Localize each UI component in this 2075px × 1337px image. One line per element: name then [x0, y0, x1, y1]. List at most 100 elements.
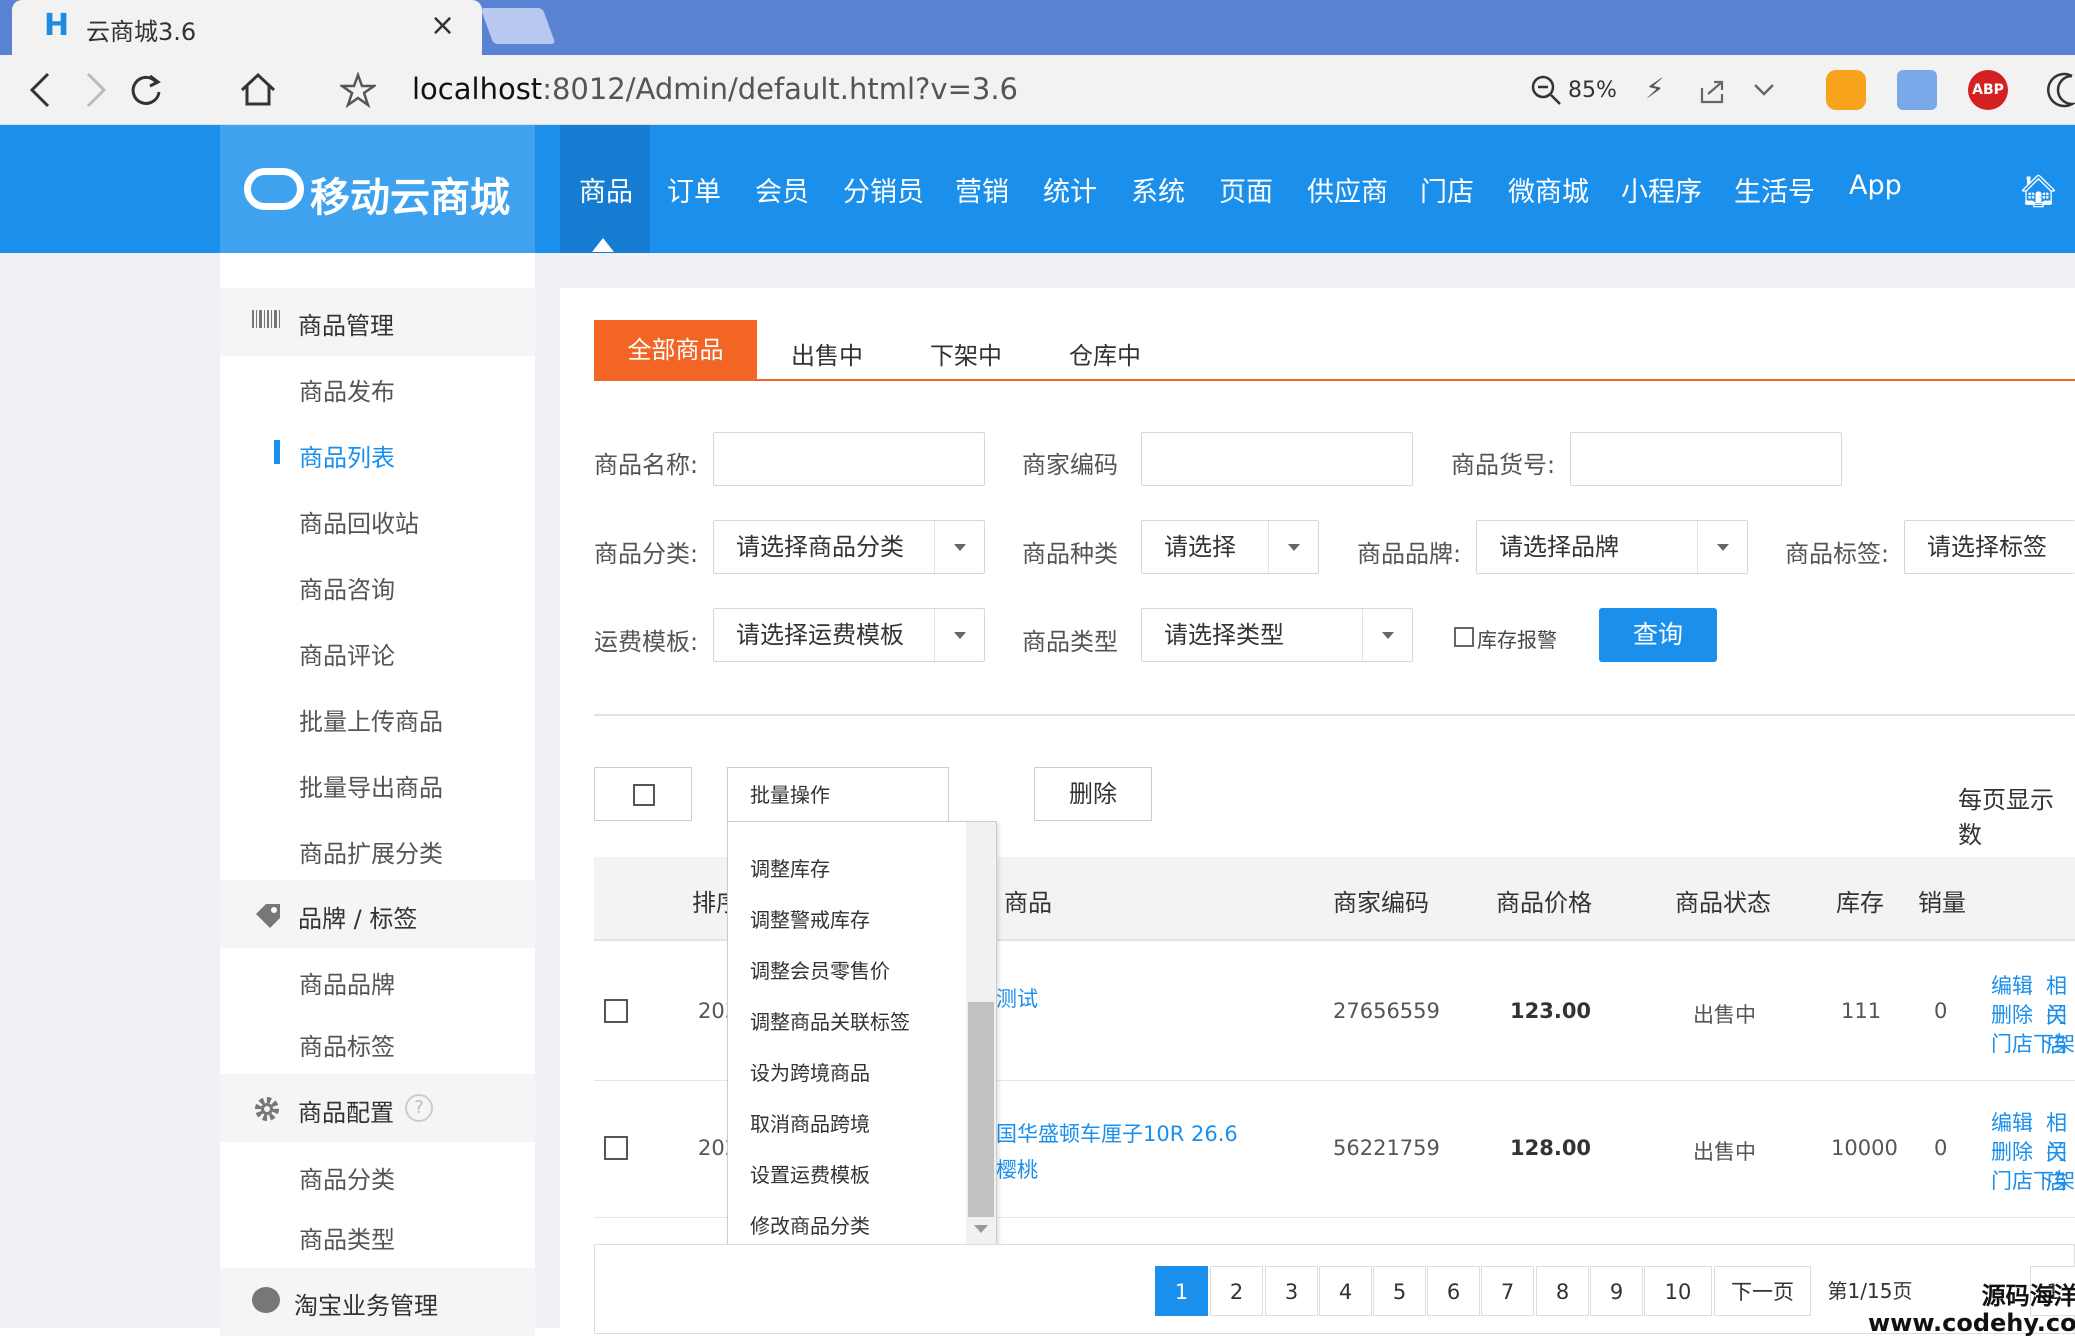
sidebar-item-product-publish[interactable]: 商品发布	[299, 372, 395, 407]
page-1[interactable]: 1	[1155, 1266, 1208, 1316]
home-browser-icon[interactable]	[238, 70, 278, 110]
tab-off-shelf[interactable]: 下架中	[930, 336, 1002, 371]
nav-item[interactable]: 系统	[1131, 170, 1185, 209]
star-icon[interactable]	[340, 72, 376, 108]
column-header-price[interactable]: 商品价格	[1496, 883, 1592, 918]
nav-item[interactable]: 营销	[955, 170, 1009, 209]
bird-extension-icon[interactable]	[1897, 70, 1937, 110]
page-6[interactable]: 6	[1427, 1266, 1480, 1316]
help-icon[interactable]: ?	[405, 1094, 433, 1122]
flash-icon[interactable]: ⚡	[1645, 72, 1665, 105]
kind-select[interactable]: 请选择	[1141, 520, 1319, 574]
sidebar-item-tags[interactable]: 商品标签	[299, 1027, 395, 1062]
page-9[interactable]: 9	[1590, 1266, 1643, 1316]
column-header-sales[interactable]: 销量	[1918, 883, 1966, 918]
page-2[interactable]: 2	[1210, 1266, 1263, 1316]
sidebar-item-types[interactable]: 商品类型	[299, 1220, 395, 1255]
tab-all-products[interactable]: 全部商品	[594, 320, 757, 380]
dropdown-scrollbar[interactable]	[966, 822, 996, 1246]
sidebar-item-categories[interactable]: 商品分类	[299, 1160, 395, 1195]
scroll-down-icon[interactable]	[974, 1225, 988, 1233]
store-offshelf-link[interactable]: 门店下架	[1991, 1028, 2075, 1058]
select-all-button[interactable]	[594, 767, 692, 821]
type-select[interactable]: 请选择类型	[1141, 608, 1413, 662]
delete-link[interactable]: 删除	[1991, 999, 2033, 1029]
sidebar-item-extended-category[interactable]: 商品扩展分类	[299, 834, 443, 869]
reload-icon[interactable]	[128, 70, 164, 110]
category-select[interactable]: 请选择商品分类	[713, 520, 985, 574]
merchant-code-input[interactable]	[1141, 432, 1413, 486]
query-button[interactable]: 查询	[1599, 608, 1717, 662]
nav-item[interactable]: 统计	[1043, 170, 1097, 209]
new-tab-button[interactable]	[480, 8, 556, 44]
nav-item[interactable]: 页面	[1219, 170, 1273, 209]
zoom-icon[interactable]	[1530, 74, 1562, 106]
column-header-stock[interactable]: 库存	[1836, 883, 1884, 918]
product-sku-input[interactable]	[1570, 432, 1842, 486]
page-3[interactable]: 3	[1265, 1266, 1318, 1316]
sidebar-item-consult[interactable]: 商品咨询	[299, 570, 395, 605]
nav-item[interactable]: App	[1849, 170, 1902, 201]
page-7[interactable]: 7	[1481, 1266, 1534, 1316]
url-field[interactable]: localhost:8012/Admin/default.html?v=3.6	[412, 72, 1018, 106]
select-all-checkbox[interactable]	[633, 784, 655, 806]
sidebar-item-reviews[interactable]: 商品评论	[299, 636, 395, 671]
batch-operation-select[interactable]: 批量操作	[727, 767, 949, 821]
tab-close-icon[interactable]: ×	[430, 8, 455, 43]
page-8[interactable]: 8	[1536, 1266, 1589, 1316]
sidebar-item-recycle-bin[interactable]: 商品回收站	[299, 504, 419, 539]
delete-link[interactable]: 删除	[1991, 1136, 2033, 1166]
sidebar-item-batch-upload[interactable]: 批量上传商品	[299, 702, 443, 737]
product-name-link-line2[interactable]: 樱桃	[996, 1154, 1038, 1184]
nav-item[interactable]: 供应商	[1307, 170, 1388, 209]
row-checkbox[interactable]	[604, 999, 628, 1023]
dropdown-item-adjust-tags[interactable]: 调整商品关联标签	[750, 1006, 910, 1035]
nav-item[interactable]: 微商城	[1508, 170, 1589, 209]
sidebar-item-product-list[interactable]: 商品列表	[299, 438, 395, 473]
tab-in-warehouse[interactable]: 仓库中	[1069, 336, 1141, 371]
nav-item[interactable]: 门店	[1420, 170, 1474, 209]
nav-item[interactable]: 小程序	[1621, 170, 1702, 209]
moon-icon[interactable]	[2042, 70, 2075, 110]
scrollbar-thumb[interactable]	[968, 1002, 994, 1217]
tab-on-sale[interactable]: 出售中	[791, 336, 863, 371]
freight-select[interactable]: 请选择运费模板	[713, 608, 985, 662]
dropdown-item-adjust-stock[interactable]: 调整库存	[750, 853, 830, 882]
product-name-input[interactable]	[713, 432, 985, 486]
store-offshelf-link[interactable]: 门店下架	[1991, 1165, 2075, 1195]
page-10[interactable]: 10	[1644, 1266, 1712, 1316]
edit-link[interactable]: 编辑	[1991, 970, 2033, 1000]
dropdown-item-adjust-member-price[interactable]: 调整会员零售价	[750, 955, 890, 984]
chevron-down-icon[interactable]	[1752, 80, 1776, 100]
sidebar-item-batch-export[interactable]: 批量导出商品	[299, 768, 443, 803]
nav-item[interactable]: 分销员	[843, 170, 924, 209]
nav-item[interactable]: 生活号	[1734, 170, 1815, 209]
forward-icon[interactable]	[80, 70, 110, 110]
browser-tab[interactable]	[12, 0, 482, 55]
page-4[interactable]: 4	[1319, 1266, 1372, 1316]
brand-select[interactable]: 请选择品牌	[1476, 520, 1748, 574]
dropdown-item-set-freight-template[interactable]: 设置运费模板	[750, 1159, 870, 1188]
dropdown-item-cancel-cross-border[interactable]: 取消商品跨境	[750, 1108, 870, 1137]
sidebar-item-brands[interactable]: 商品品牌	[299, 965, 395, 1000]
nav-item[interactable]: 会员	[755, 170, 809, 209]
stock-alert-checkbox[interactable]	[1454, 627, 1474, 647]
dropdown-item-adjust-alert-stock[interactable]: 调整警戒库存	[750, 904, 870, 933]
page-5[interactable]: 5	[1373, 1266, 1426, 1316]
edit-link[interactable]: 编辑	[1991, 1107, 2033, 1137]
adblock-extension-icon[interactable]: ABP	[1968, 70, 2008, 110]
home-icon[interactable]: 🏠︎	[2018, 172, 2059, 210]
product-name-link[interactable]: 国华盛顿车厘子10R 26.6	[996, 1118, 1238, 1148]
row-checkbox[interactable]	[604, 1136, 628, 1160]
delete-button[interactable]: 删除	[1034, 767, 1152, 821]
nav-item[interactable]: 订单	[667, 170, 721, 209]
dropdown-item-change-category[interactable]: 修改商品分类	[750, 1210, 870, 1239]
next-page-button[interactable]: 下一页	[1714, 1266, 1811, 1316]
tag-select[interactable]: 请选择标签	[1904, 520, 2075, 574]
dropdown-item-set-cross-border[interactable]: 设为跨境商品	[750, 1057, 870, 1086]
gamepad-extension-icon[interactable]	[1826, 70, 1866, 110]
nav-item[interactable]: 商品	[579, 170, 633, 209]
back-icon[interactable]	[26, 70, 56, 110]
product-name-link[interactable]: 测试	[996, 983, 1038, 1013]
share-icon[interactable]	[1698, 76, 1728, 106]
